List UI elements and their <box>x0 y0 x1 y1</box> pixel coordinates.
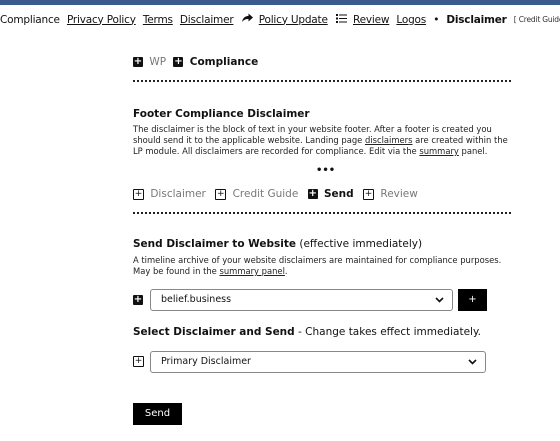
nav-current-disclaimer: Disclaimer <box>446 13 507 26</box>
select-heading-title: Select Disclaimer and Send <box>133 326 295 338</box>
send-heading-title: Send Disclaimer to Website <box>133 238 297 250</box>
chevron-down-icon <box>468 352 477 380</box>
chevron-down-icon <box>435 290 444 318</box>
plus-box-outline-icon[interactable]: + <box>215 188 227 200</box>
tab-review[interactable]: Review <box>380 188 417 200</box>
tab-disclaimer[interactable]: Disclaimer <box>150 188 206 200</box>
disclaimer-select-value: Primary Disclaimer <box>161 356 251 367</box>
plus-box-icon[interactable]: + <box>173 57 184 67</box>
nav-review[interactable]: Review <box>353 14 389 26</box>
section-tabs: + Disclaimer + Credit Guide + Send + Rev… <box>133 188 418 200</box>
select-disclaimer-heading: Select Disclaimer and Send - Change take… <box>133 326 481 338</box>
top-accent-bar <box>0 0 560 5</box>
tab-credit-guide[interactable]: Credit Guide <box>233 188 299 200</box>
tab-send[interactable]: Send <box>324 188 354 200</box>
nav-policy-update[interactable]: Policy Update <box>259 14 328 26</box>
plus-box-icon[interactable]: + <box>307 189 318 199</box>
send-disclaimer-heading: Send Disclaimer to Website (effective im… <box>133 238 422 250</box>
top-nav: Compliance Privacy Policy Terms Disclaim… <box>0 13 560 31</box>
divider <box>133 212 511 214</box>
select-heading-note: - Change takes effect immediately. <box>294 326 481 338</box>
disclaimer-select[interactable]: Primary Disclaimer <box>150 351 486 373</box>
list-icon <box>335 13 347 26</box>
share-arrow-icon <box>241 13 253 26</box>
more-ellipsis[interactable]: ••• <box>316 165 335 176</box>
nav-bullet: • <box>433 13 440 26</box>
send-text-part: . <box>284 266 288 276</box>
nav-disclaimer[interactable]: Disclaimer <box>180 14 234 26</box>
website-select-value: belief.business <box>161 294 232 305</box>
add-website-button[interactable]: + <box>458 289 487 311</box>
nav-privacy-policy[interactable]: Privacy Policy <box>67 14 136 26</box>
footer-text-part: panel. <box>458 146 488 156</box>
plus-box-outline-icon[interactable]: + <box>133 188 144 200</box>
plus-box-outline-icon[interactable]: + <box>363 188 375 200</box>
send-button[interactable]: Send <box>133 403 182 425</box>
nav-logos[interactable]: Logos <box>396 14 426 26</box>
nav-compliance[interactable]: Compliance <box>0 14 60 26</box>
send-disclaimer-text: A timeline archive of your website discl… <box>133 255 513 277</box>
plus-box-outline-icon[interactable]: + <box>133 356 144 367</box>
disclaimers-link[interactable]: disclaimers <box>365 135 413 145</box>
send-text-part: A timeline archive of your website discl… <box>133 255 502 276</box>
breadcrumb: + WP + Compliance <box>133 56 258 68</box>
breadcrumb-compliance[interactable]: Compliance <box>190 56 258 68</box>
plus-box-icon[interactable]: + <box>133 295 143 305</box>
summary-panel-link[interactable]: summary panel <box>219 266 284 276</box>
summary-link[interactable]: summary <box>419 146 459 156</box>
footer-disclaimer-text: The disclaimer is the block of text in y… <box>133 124 513 157</box>
divider <box>133 80 511 82</box>
footer-disclaimer-heading: Footer Compliance Disclaimer <box>133 108 310 120</box>
website-select[interactable]: belief.business <box>150 289 453 311</box>
send-heading-note: (effective immediately) <box>299 238 423 250</box>
breadcrumb-wp[interactable]: WP <box>149 56 166 68</box>
nav-credit-guide-tag[interactable]: [ Credit Guide ] <box>514 15 560 24</box>
plus-box-icon[interactable]: + <box>133 57 143 67</box>
nav-terms[interactable]: Terms <box>143 14 173 26</box>
